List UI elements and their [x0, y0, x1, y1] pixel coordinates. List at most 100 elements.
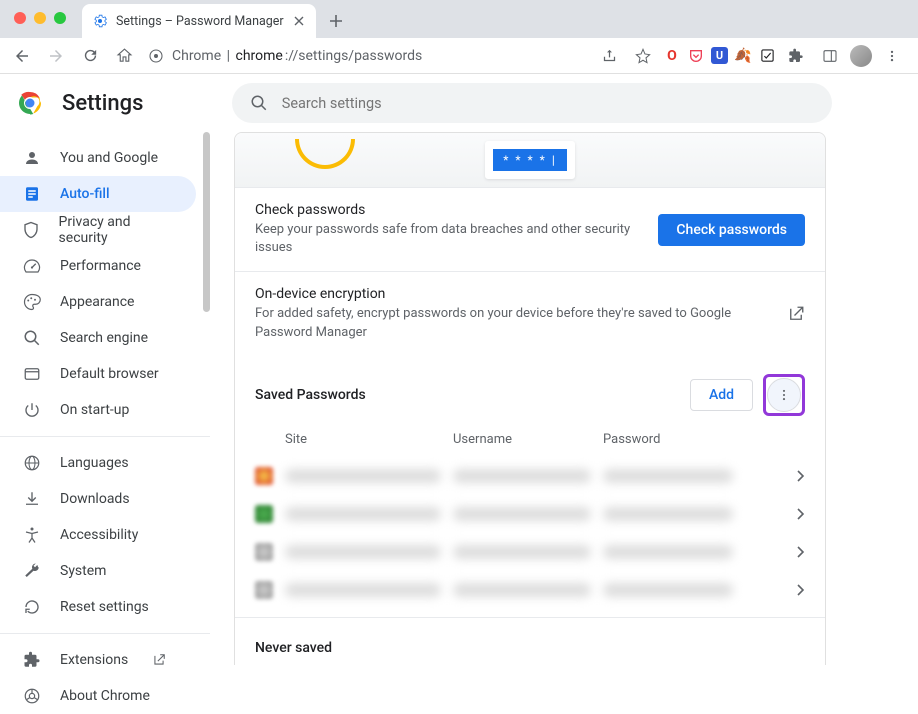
- tab-title: Settings – Password Manager: [116, 14, 284, 29]
- browser-icon: [22, 364, 42, 384]
- sidebar-label: System: [60, 563, 106, 579]
- home-button[interactable]: [110, 42, 138, 70]
- search-settings-input[interactable]: [282, 95, 814, 112]
- sidebar-item-autofill[interactable]: Auto-fill: [0, 176, 196, 212]
- site-text: [285, 469, 441, 483]
- sidebar-item-downloads[interactable]: Downloads: [0, 481, 196, 517]
- add-password-button[interactable]: Add: [690, 379, 753, 411]
- sidebar-label: Performance: [60, 258, 141, 274]
- page-title: Settings: [62, 91, 143, 116]
- sidebar-item-extensions[interactable]: Extensions: [0, 642, 196, 678]
- sidebar-label: Default browser: [60, 366, 159, 382]
- sidebar-label: You and Google: [60, 150, 158, 166]
- sidebar-item-performance[interactable]: Performance: [0, 248, 196, 284]
- more-actions-button[interactable]: [767, 378, 801, 412]
- never-saved-title: Never saved: [235, 617, 825, 664]
- sidebar-item-default-browser[interactable]: Default browser: [0, 356, 196, 392]
- bookmark-icon[interactable]: [629, 42, 657, 70]
- encryption-title: On-device encryption: [255, 286, 767, 302]
- chevron-right-icon[interactable]: [797, 584, 805, 596]
- password-text: [603, 469, 733, 483]
- person-icon: [22, 148, 42, 168]
- password-row[interactable]: [235, 571, 825, 609]
- check-passwords-button[interactable]: Check passwords: [658, 214, 805, 246]
- shield-icon: [22, 220, 41, 240]
- browser-chrome: Settings – Password Manager Chrome | chr…: [0, 0, 918, 74]
- chevron-right-icon[interactable]: [797, 546, 805, 558]
- share-icon[interactable]: [595, 42, 623, 70]
- search-icon: [250, 94, 268, 112]
- globe-icon: [22, 453, 42, 473]
- ext-icon-5[interactable]: [758, 47, 776, 65]
- pocket-icon[interactable]: [687, 47, 705, 65]
- site-favicon: [255, 467, 273, 485]
- sidepanel-icon[interactable]: [816, 42, 844, 70]
- site-favicon: [255, 543, 273, 561]
- sidebar: You and Google Auto-fill Privacy and sec…: [0, 132, 210, 665]
- password-chip: * * * * |: [485, 141, 575, 179]
- password-row[interactable]: [235, 533, 825, 571]
- sidebar-label: Extensions: [60, 652, 128, 668]
- site-info-icon[interactable]: [148, 48, 164, 64]
- site-text: [285, 507, 441, 521]
- sidebar-item-reset[interactable]: Reset settings: [0, 589, 196, 625]
- password-table-header: Site Username Password: [235, 426, 825, 457]
- sidebar-item-you-and-google[interactable]: You and Google: [0, 140, 196, 176]
- site-text: [285, 583, 441, 597]
- sidebar-item-appearance[interactable]: Appearance: [0, 284, 196, 320]
- more-vert-icon: [777, 388, 791, 402]
- sidebar-label: Appearance: [60, 294, 134, 310]
- minimize-window-button[interactable]: [34, 12, 46, 24]
- palette-icon: [22, 292, 42, 312]
- ext-icon-u[interactable]: U: [711, 47, 728, 64]
- ext-icon-4[interactable]: 🍂: [734, 47, 752, 65]
- extensions-icon[interactable]: [782, 42, 810, 70]
- username-text: [453, 545, 591, 559]
- sidebar-label: Downloads: [60, 491, 130, 507]
- browser-tab[interactable]: Settings – Password Manager: [82, 4, 316, 38]
- sidebar-item-languages[interactable]: Languages: [0, 445, 196, 481]
- password-row[interactable]: [235, 457, 825, 495]
- encryption-row[interactable]: On-device encryption For added safety, e…: [235, 271, 825, 355]
- site-favicon: [255, 505, 273, 523]
- close-tab-icon[interactable]: [292, 14, 306, 28]
- check-passwords-title: Check passwords: [255, 202, 638, 218]
- titlebar: Settings – Password Manager: [0, 0, 918, 38]
- address-text: Chrome | chrome://settings/passwords: [172, 48, 422, 64]
- chevron-right-icon[interactable]: [797, 470, 805, 482]
- banner-illustration: * * * * |: [235, 133, 825, 187]
- password-row[interactable]: [235, 495, 825, 533]
- address-bar[interactable]: Chrome | chrome://settings/passwords: [144, 48, 589, 64]
- sidebar-item-accessibility[interactable]: Accessibility: [0, 517, 196, 553]
- main-content: * * * * | Check passwords Keep your pass…: [210, 132, 918, 665]
- menu-icon[interactable]: [878, 42, 906, 70]
- username-text: [453, 583, 591, 597]
- check-passwords-sub: Keep your passwords safe from data breac…: [255, 221, 638, 257]
- forward-button[interactable]: [42, 42, 70, 70]
- search-settings-box[interactable]: [232, 83, 832, 123]
- settings-header: Settings: [0, 74, 918, 132]
- search-icon: [22, 328, 42, 348]
- reload-button[interactable]: [76, 42, 104, 70]
- site-text: [285, 545, 441, 559]
- sidebar-item-search-engine[interactable]: Search engine: [0, 320, 196, 356]
- profile-avatar[interactable]: [850, 45, 872, 67]
- sidebar-item-privacy[interactable]: Privacy and security: [0, 212, 196, 248]
- sidebar-item-startup[interactable]: On start-up: [0, 392, 196, 428]
- sidebar-item-system[interactable]: System: [0, 553, 196, 589]
- chevron-right-icon[interactable]: [797, 508, 805, 520]
- maximize-window-button[interactable]: [54, 12, 66, 24]
- password-text: [603, 583, 733, 597]
- saved-passwords-title: Saved Passwords: [255, 387, 366, 403]
- back-button[interactable]: [8, 42, 36, 70]
- close-window-button[interactable]: [14, 12, 26, 24]
- download-icon: [22, 489, 42, 509]
- password-text: [603, 507, 733, 521]
- new-tab-button[interactable]: [322, 7, 350, 35]
- highlight-annotation: [763, 374, 805, 416]
- scrollbar[interactable]: [203, 132, 210, 312]
- ext-icon-1[interactable]: O: [663, 47, 681, 65]
- external-link-icon[interactable]: [787, 305, 805, 323]
- sidebar-item-about[interactable]: About Chrome: [0, 678, 196, 714]
- divider: [0, 633, 210, 634]
